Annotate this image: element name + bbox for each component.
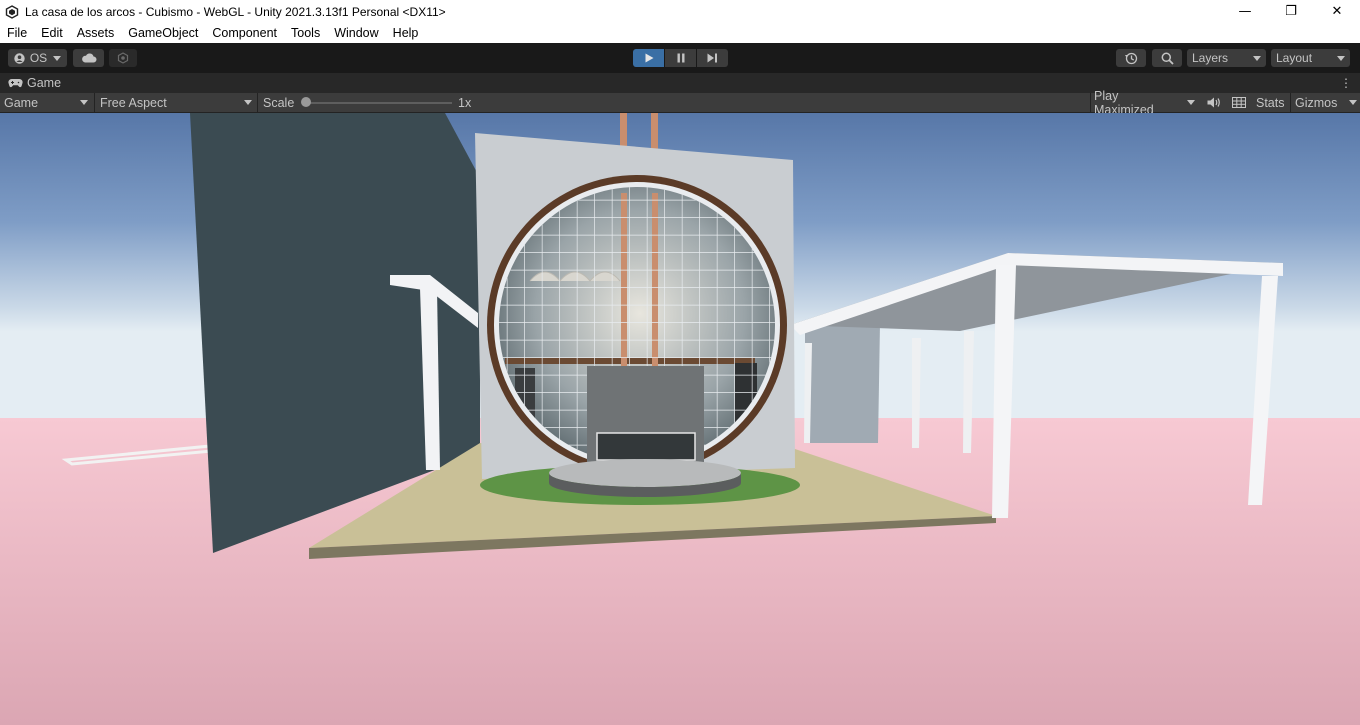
grid-button[interactable] (1229, 93, 1249, 112)
step-button[interactable] (697, 49, 728, 67)
layout-dropdown[interactable]: Layout (1271, 49, 1350, 67)
account-dropdown[interactable]: OS (8, 49, 67, 67)
menu-assets[interactable]: Assets (70, 23, 122, 43)
account-label: OS (29, 51, 48, 65)
stats-button[interactable]: Stats (1256, 93, 1285, 112)
speaker-icon (1207, 97, 1220, 108)
maximize-button[interactable]: ❐ (1268, 0, 1314, 23)
grid-icon (1232, 97, 1246, 108)
divider (257, 93, 258, 112)
layers-dropdown[interactable]: Layers (1187, 49, 1266, 67)
pause-button[interactable] (665, 49, 696, 67)
scale-value: 1x (458, 95, 472, 110)
search-icon (1161, 52, 1174, 65)
menu-bar: File Edit Assets GameObject Component To… (0, 23, 1360, 43)
pause-icon (677, 53, 684, 63)
kebab-menu-icon[interactable]: ⋮ (1340, 76, 1352, 90)
tab-game-label: Game (27, 76, 62, 90)
side-wall (805, 323, 880, 443)
scene-render (0, 113, 1360, 725)
layout-label: Layout (1276, 51, 1313, 65)
gizmos-dropdown[interactable]: Gizmos (1295, 93, 1357, 112)
chevron-down-icon (80, 100, 88, 105)
scale-label: Scale (263, 95, 295, 110)
undo-history-button[interactable] (1116, 49, 1146, 67)
scale-slider-handle[interactable] (301, 97, 311, 107)
chevron-down-icon (1349, 100, 1357, 105)
window-title: La casa de los arcos - Cubismo - WebGL -… (25, 4, 446, 19)
fireplace-opening (596, 432, 696, 461)
window-controls: — ❐ ✕ (1222, 0, 1360, 23)
collab-icon (117, 52, 129, 64)
chevron-down-icon (1337, 55, 1345, 61)
gamepad-icon (8, 79, 23, 88)
close-button[interactable]: ✕ (1314, 0, 1360, 23)
scale-slider-track[interactable] (305, 102, 452, 104)
cloud-button[interactable] (73, 49, 104, 67)
search-button[interactable] (1152, 49, 1182, 67)
chevron-down-icon (244, 100, 252, 105)
chevron-down-icon (1253, 55, 1261, 61)
menu-file[interactable]: File (0, 23, 34, 43)
collab-button[interactable] (109, 49, 137, 67)
chimney-pipe (651, 113, 658, 153)
menu-component[interactable]: Component (205, 23, 284, 43)
menu-edit[interactable]: Edit (34, 23, 70, 43)
divider (94, 93, 95, 112)
history-icon (1124, 52, 1137, 64)
playmode-controls (633, 49, 728, 67)
layers-label: Layers (1192, 51, 1229, 65)
minimize-button[interactable]: — (1222, 0, 1268, 23)
game-viewport[interactable] (0, 113, 1360, 725)
cloud-icon (81, 53, 96, 63)
display-label: Game (4, 95, 39, 110)
divider (1090, 93, 1091, 112)
step-top (549, 459, 741, 487)
play-maximized-dropdown[interactable]: Play Maximized (1094, 89, 1198, 117)
play-button[interactable] (633, 49, 664, 67)
game-control-bar: Game Free Aspect Scale 1x Play Maximized… (0, 89, 1360, 117)
chevron-down-icon (53, 55, 62, 61)
menu-gameobject[interactable]: GameObject (121, 23, 205, 43)
menu-help[interactable]: Help (386, 23, 426, 43)
menu-tools[interactable]: Tools (284, 23, 327, 43)
main-toolbar: OS Layers Layout (0, 43, 1360, 73)
aspect-dropdown[interactable]: Free Aspect (100, 93, 255, 112)
chevron-down-icon (1187, 100, 1195, 105)
aspect-label: Free Aspect (100, 95, 167, 110)
menu-window[interactable]: Window (327, 23, 385, 43)
window-title-bar: La casa de los arcos - Cubismo - WebGL -… (0, 0, 1360, 23)
unity-logo-icon (5, 4, 19, 19)
step-icon (707, 53, 717, 63)
gizmos-label: Gizmos (1295, 95, 1338, 110)
display-dropdown[interactable]: Game (4, 93, 92, 112)
tab-game[interactable]: Game (0, 73, 70, 93)
account-icon (14, 52, 25, 64)
play-icon (645, 53, 653, 63)
divider (1290, 93, 1291, 112)
audio-mute-button[interactable] (1204, 93, 1224, 112)
